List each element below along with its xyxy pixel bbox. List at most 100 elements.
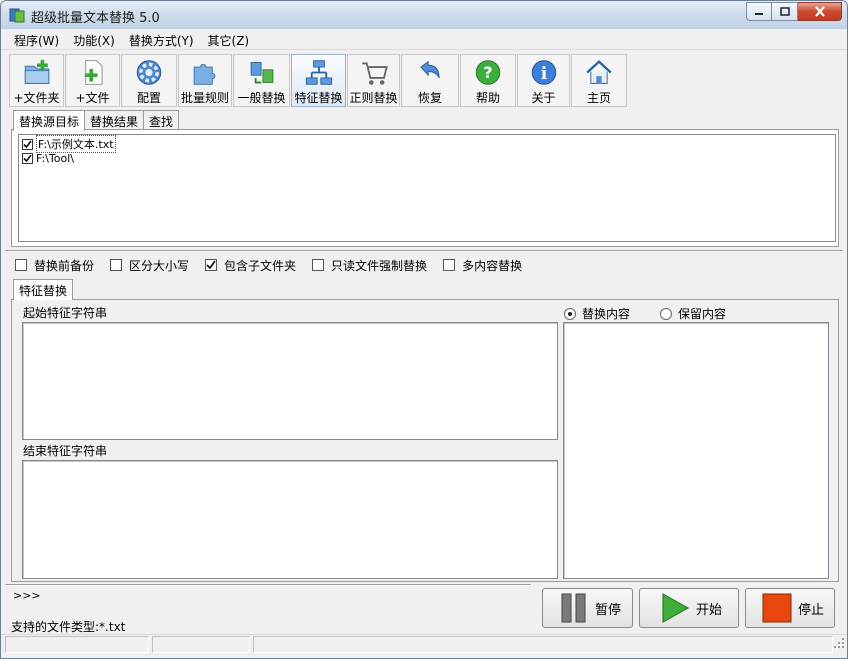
replacement-content-input[interactable] — [563, 322, 829, 579]
start-button[interactable]: 开始 — [639, 588, 739, 628]
backup-checkbox[interactable] — [15, 259, 27, 271]
radio-replace-content[interactable]: 替换内容 — [564, 305, 630, 322]
add-folder-label: +文件夹 — [13, 91, 60, 105]
splitter[interactable] — [5, 250, 843, 252]
file-checkbox[interactable] — [22, 152, 33, 164]
replace-arrows-icon — [250, 62, 273, 84]
close-icon — [814, 6, 825, 17]
title-bar: 超级批量文本替换 5.0 — [1, 1, 847, 29]
file-list[interactable]: F:\示例文本.txt F:\Tool\ — [18, 134, 836, 242]
add-file-label: +文件 — [75, 91, 110, 105]
option-multi-content[interactable]: 多内容替换 — [443, 257, 522, 274]
file-row[interactable]: F:\示例文本.txt — [22, 135, 116, 153]
network-icon — [305, 60, 332, 85]
stop-icon — [762, 593, 792, 623]
force-readonly-checkbox[interactable] — [312, 259, 325, 271]
window-title: 超级批量文本替换 5.0 — [31, 11, 160, 26]
status-segment — [253, 636, 833, 653]
menu-bar: 程序(W) 功能(X) 替换方式(Y) 其它(Z) — [1, 29, 847, 50]
start-string-input[interactable] — [22, 322, 558, 440]
batch-rules-button[interactable]: 批量规则 — [178, 54, 232, 107]
help-label: 帮助 — [475, 91, 500, 105]
splitter[interactable] — [5, 584, 531, 586]
source-panel: F:\示例文本.txt F:\Tool\ — [11, 129, 839, 247]
pause-button[interactable]: 暂停 — [542, 588, 633, 628]
toolbar: +文件夹 +文件 配置 批量规则 一般替换 特征替换 正则替换 恢复 ? 帮助 … — [1, 51, 847, 109]
check-icon — [23, 140, 32, 148]
option-backup[interactable]: 替换前备份 — [15, 257, 94, 274]
file-row[interactable]: F:\Tool\ — [22, 151, 74, 165]
cart-icon — [361, 62, 388, 85]
regex-replace-label: 正则替换 — [349, 91, 398, 105]
feature-replace-label: 特征替换 — [294, 91, 343, 105]
batch-rules-label: 批量规则 — [180, 91, 229, 105]
window-controls — [746, 2, 842, 21]
app-window: 超级批量文本替换 5.0 程序(W) 功能(X) 替换方式(Y) 其它(Z) +… — [0, 0, 848, 659]
end-string-label: 结束特征字符串 — [23, 444, 108, 458]
menu-program[interactable]: 程序(W) — [7, 29, 66, 49]
menu-replace-mode[interactable]: 替换方式(Y) — [122, 29, 201, 49]
homepage-label: 主页 — [586, 91, 611, 105]
include-subfolders-checkbox[interactable] — [205, 259, 218, 271]
puzzle-icon — [193, 63, 216, 85]
about-label: 关于 — [531, 91, 556, 105]
tab-feature-replace[interactable]: 特征替换 — [13, 279, 74, 300]
play-icon — [662, 593, 690, 623]
app-icon — [9, 8, 25, 23]
radio-dot-icon — [568, 311, 572, 316]
config-button[interactable]: 配置 — [121, 54, 177, 107]
include-subfolders-label: 包含子文件夹 — [224, 258, 297, 273]
force-readonly-label: 只读文件强制替换 — [331, 258, 428, 273]
feature-replace-button[interactable]: 特征替换 — [291, 54, 346, 107]
option-force-readonly[interactable]: 只读文件强制替换 — [312, 257, 427, 274]
svg-text:i: i — [540, 64, 547, 84]
radio-button[interactable] — [564, 307, 576, 320]
tab-replace-results[interactable]: 替换结果 — [84, 110, 145, 130]
pause-icon — [561, 593, 586, 623]
file-checkbox[interactable] — [22, 138, 33, 150]
minimize-button[interactable] — [746, 2, 772, 21]
file-path: F:\Tool\ — [36, 151, 74, 165]
start-string-label: 起始特征字符串 — [23, 306, 108, 320]
end-string-input[interactable] — [22, 460, 558, 579]
config-label: 配置 — [136, 91, 161, 105]
menu-other[interactable]: 其它(Z) — [201, 29, 257, 49]
maximize-button[interactable] — [772, 2, 798, 21]
settings-gear-icon — [136, 60, 162, 85]
multi-content-checkbox[interactable] — [443, 259, 456, 271]
restore-button[interactable]: 恢复 — [401, 54, 459, 107]
start-label: 开始 — [696, 602, 723, 618]
help-icon: ? — [475, 60, 501, 85]
tab-source-targets[interactable]: 替换源目标 — [13, 110, 86, 131]
option-case-sensitive[interactable]: 区分大小写 — [110, 257, 189, 274]
add-folder-icon — [24, 59, 49, 84]
add-folder-button[interactable]: +文件夹 — [9, 54, 64, 107]
about-button[interactable]: i 关于 — [517, 54, 570, 107]
backup-label: 替换前备份 — [34, 258, 95, 273]
menu-function[interactable]: 功能(X) — [66, 29, 122, 49]
keep-content-label: 保留内容 — [678, 307, 727, 321]
pause-label: 暂停 — [595, 602, 622, 618]
resize-grip-icon[interactable] — [834, 638, 845, 649]
minimize-icon — [755, 12, 763, 15]
case-sensitive-checkbox[interactable] — [110, 259, 123, 271]
stop-button[interactable]: 停止 — [745, 588, 835, 628]
add-file-button[interactable]: +文件 — [65, 54, 120, 107]
option-include-subfolders[interactable]: 包含子文件夹 — [205, 257, 296, 274]
supported-file-types: 支持的文件类型:*.txt — [11, 620, 126, 634]
info-icon: i — [531, 60, 556, 85]
tab-find[interactable]: 查找 — [143, 110, 180, 130]
svg-text:?: ? — [483, 63, 492, 82]
undo-arrow-icon — [420, 60, 440, 79]
homepage-button[interactable]: 主页 — [571, 54, 627, 107]
radio-keep-content[interactable]: 保留内容 — [660, 305, 726, 322]
help-button[interactable]: ? 帮助 — [460, 54, 516, 107]
check-icon — [206, 260, 216, 270]
home-icon — [586, 60, 612, 84]
regex-replace-button[interactable]: 正则替换 — [347, 54, 400, 107]
options-row: 替换前备份 区分大小写 包含子文件夹 只读文件强制替换 多内容替换 — [15, 256, 538, 274]
radio-button[interactable] — [660, 307, 672, 320]
normal-replace-button[interactable]: 一般替换 — [233, 54, 290, 107]
close-button[interactable] — [798, 2, 842, 21]
replace-content-label: 替换内容 — [582, 307, 631, 321]
